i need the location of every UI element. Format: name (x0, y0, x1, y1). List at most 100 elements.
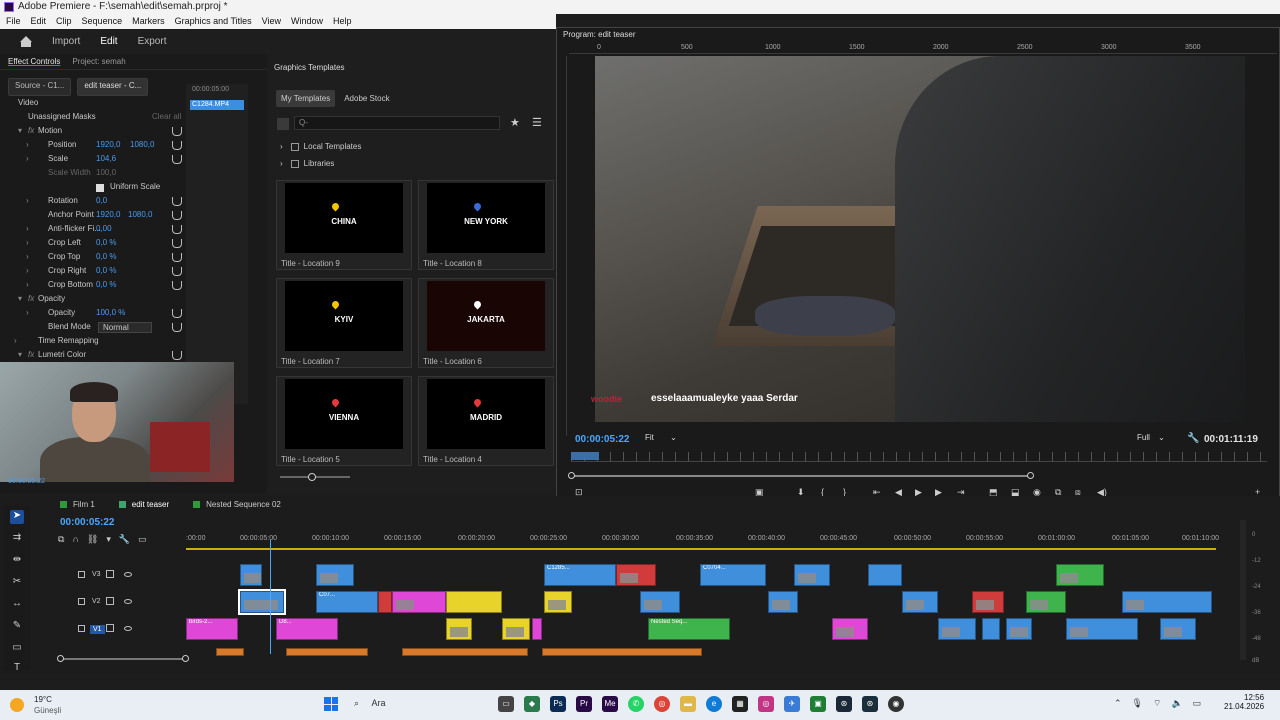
timeline-clip[interactable] (768, 591, 798, 613)
row-blend-mode[interactable]: Blend Mode Normal (0, 322, 186, 336)
menu-view[interactable]: View (262, 14, 281, 29)
app-icon[interactable]: ▦ (732, 696, 748, 712)
menu-markers[interactable]: Markers (132, 14, 165, 29)
menu-window[interactable]: Window (291, 14, 323, 29)
folder-icon[interactable]: ▬ (680, 696, 696, 712)
row-position[interactable]: › Position 1920,0 1080,0 (0, 140, 186, 154)
timeline-clip[interactable]: C0704... (700, 564, 766, 586)
timeline-clip[interactable] (640, 591, 680, 613)
template-card[interactable]: MADRID Title - Location 4 (418, 376, 554, 466)
timeline-clip-selected[interactable] (238, 589, 286, 615)
timeline-clip[interactable]: C07... (316, 591, 378, 613)
microphone-icon[interactable]: 🎙 (1132, 698, 1143, 709)
slip-icon[interactable]: ↔ (10, 598, 24, 612)
selection-tool-icon[interactable]: ➤ (10, 510, 24, 524)
photoshop-icon[interactable]: Ps (550, 696, 566, 712)
reset-icon[interactable] (172, 239, 182, 248)
row-opacity-group[interactable]: ▾ fx Opacity (0, 294, 186, 308)
program-playhead[interactable] (571, 452, 599, 460)
edge-icon[interactable]: e (706, 696, 722, 712)
tab-effect-controls[interactable]: Effect Controls (8, 57, 60, 66)
timeline-clip[interactable] (832, 618, 868, 640)
row-rotation[interactable]: › Rotation 0,0 (0, 196, 186, 210)
wifi-icon[interactable]: ⌔ (1153, 698, 1161, 709)
timeline-clip[interactable] (446, 591, 502, 613)
zoom-fit-select[interactable]: Fit ⌄ (645, 433, 689, 446)
timeline-ruler[interactable]: :00:00 00:00:05:00 00:00:10:00 00:00:15:… (186, 533, 1219, 547)
lock-icon[interactable] (78, 598, 85, 605)
app-icon[interactable]: ◆ (524, 696, 540, 712)
timeline-clip[interactable] (794, 564, 830, 586)
timeline-clip[interactable] (1066, 618, 1138, 640)
work-area-bar[interactable] (186, 548, 1216, 550)
reset-icon[interactable] (172, 309, 182, 318)
settings-wrench-icon[interactable]: 🔧 (119, 534, 130, 545)
template-card[interactable]: NEW YORK Title - Location 8 (418, 180, 554, 270)
list-view-icon[interactable]: ☰ (532, 116, 542, 129)
menu-edit[interactable]: Edit (31, 14, 47, 29)
taskbar-search[interactable]: ⌕ Ara (354, 698, 386, 709)
folder-libraries[interactable]: › Libraries (280, 159, 334, 168)
battery-icon[interactable]: ▭ (1193, 698, 1202, 709)
row-anchor-point[interactable]: Anchor Point 1920,0 1080,0 (0, 210, 186, 224)
track-header-v2[interactable]: V2 (60, 591, 186, 615)
timeline-clip[interactable] (982, 618, 1000, 640)
timeline-clip[interactable] (616, 564, 656, 586)
audio-clip[interactable] (542, 648, 702, 656)
app-icon[interactable]: ◉ (888, 696, 904, 712)
star-icon[interactable]: ★ (510, 116, 520, 129)
row-uniform-scale[interactable]: Uniform Scale (0, 182, 186, 196)
reset-icon[interactable] (172, 197, 182, 206)
timeline-zoom-scrollbar[interactable] (57, 655, 189, 662)
lock-icon[interactable] (78, 625, 85, 632)
filter-icon[interactable] (277, 118, 289, 130)
tab-export[interactable]: Export (138, 36, 167, 47)
windows-start-icon[interactable] (324, 697, 338, 711)
tab-project[interactable]: Project: semah (72, 57, 125, 66)
effect-timeline[interactable] (186, 84, 248, 404)
menu-help[interactable]: Help (333, 14, 352, 29)
menu-clip[interactable]: Clip (56, 14, 72, 29)
chevron-up-icon[interactable]: ⌃ (1114, 698, 1122, 709)
timeline-clip[interactable]: birds-2... (186, 618, 238, 640)
timeline-playhead[interactable] (270, 540, 271, 654)
sync-lock-icon[interactable] (106, 570, 114, 578)
steam-icon[interactable]: ⊛ (836, 696, 852, 712)
timeline-timecode[interactable]: 00:00:05:22 (60, 517, 114, 528)
marker-icon[interactable]: ▾ (106, 534, 111, 545)
nest-icon[interactable]: ⧉ (58, 534, 64, 545)
snap-icon[interactable]: ∩ (72, 534, 78, 545)
menu-file[interactable]: File (6, 14, 21, 29)
reset-icon[interactable] (172, 323, 182, 332)
audio-clip[interactable] (216, 648, 244, 656)
track-header-v1[interactable]: V1 (60, 618, 186, 642)
audio-clip[interactable] (286, 648, 368, 656)
template-card[interactable]: KYIV Title - Location 7 (276, 278, 412, 368)
timeline-clip[interactable] (1026, 591, 1066, 613)
premiere-icon[interactable]: Pr (576, 696, 592, 712)
timeline-clip[interactable] (972, 591, 1004, 613)
template-card[interactable]: JAKARTA Title - Location 6 (418, 278, 554, 368)
reset-icon[interactable] (172, 253, 182, 262)
lock-icon[interactable] (78, 571, 85, 578)
row-crop-right[interactable]: › Crop Right 0,0 % (0, 266, 186, 280)
reset-icon[interactable] (172, 225, 182, 234)
timeline-clip[interactable] (1006, 618, 1032, 640)
linked-selection-icon[interactable]: ⛓ (87, 534, 98, 545)
timeline-clip[interactable] (240, 564, 262, 586)
clear-all-button[interactable]: Clear all (152, 112, 181, 126)
reset-icon[interactable] (172, 267, 182, 276)
reset-icon[interactable] (172, 155, 182, 164)
app-icon[interactable]: ✈ (784, 696, 800, 712)
menu-graphics[interactable]: Graphics and Titles (175, 14, 252, 29)
timeline-clip[interactable] (532, 618, 542, 640)
template-card[interactable]: CHINA Title - Location 9 (276, 180, 412, 270)
instagram-icon[interactable]: ◎ (758, 696, 774, 712)
tab-import[interactable]: Import (52, 36, 80, 47)
playhead-timecode[interactable]: 00:00:05:22 (575, 434, 629, 445)
tab-edit[interactable]: Edit (100, 36, 117, 47)
sync-lock-icon[interactable] (106, 597, 114, 605)
eye-icon[interactable] (124, 572, 132, 577)
steam-icon[interactable]: ⊛ (862, 696, 878, 712)
sync-lock-icon[interactable] (106, 624, 114, 632)
